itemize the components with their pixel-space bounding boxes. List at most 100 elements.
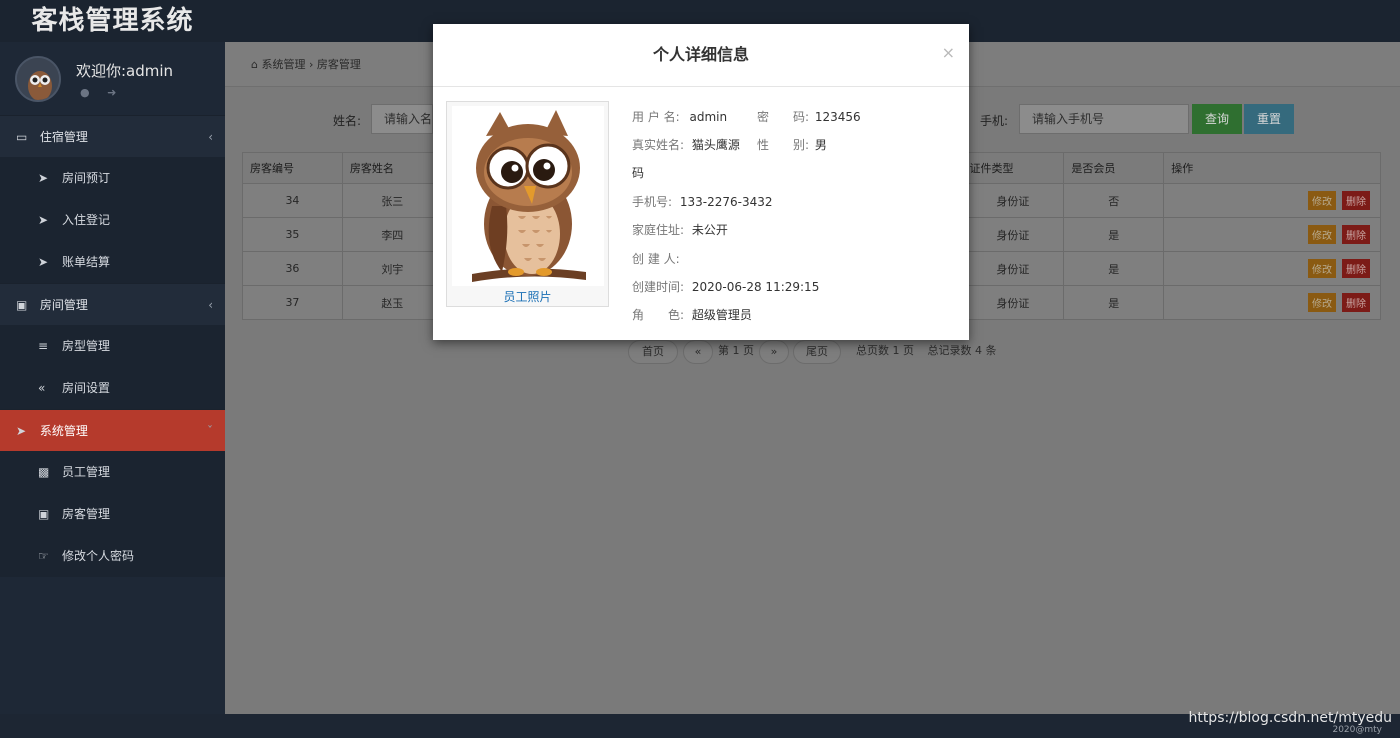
rocket-icon: ➤ [38, 255, 49, 269]
phone-input[interactable]: 请输入手机号 [1019, 104, 1189, 134]
cell-cert: 身份证 [961, 251, 1065, 286]
realname-value: 猫头鹰源 [691, 138, 740, 152]
phone-label: 手机号: [632, 195, 673, 209]
user-icon[interactable]: ● [80, 86, 90, 99]
username-value: admin [689, 110, 728, 124]
cell-cert: 身份证 [961, 183, 1065, 218]
gender-label: 性 别: [757, 138, 810, 152]
info-role-row: 角 色: 超级管理员 [632, 306, 752, 323]
rocket-icon: ➤ [38, 213, 49, 227]
sidebar-item-check-in[interactable]: ➤ 入住登记 [0, 199, 225, 241]
menu-head-label: 系统管理 [39, 424, 88, 438]
name-input[interactable]: 请输入名 [371, 104, 433, 134]
cell-cert: 身份证 [961, 217, 1065, 252]
menu-head-rooms[interactable]: ▣ 房间管理 ‹ [0, 283, 225, 325]
info-wrap-fragment: 码 [632, 164, 644, 181]
edit-button[interactable]: 修改 [1308, 293, 1336, 312]
role-value: 超级管理员 [691, 308, 752, 322]
total-records: 总记录数 4 条 [927, 344, 997, 357]
watermark-small: 2020@mty [1332, 725, 1382, 735]
cell-member: 是 [1063, 285, 1165, 320]
sidebar-item-change-password[interactable]: ☞ 修改个人密码 [0, 535, 225, 577]
cell-ops: 修改 删除 [1163, 251, 1381, 286]
cell-id: 36 [242, 251, 343, 286]
phone-label: 手机: [980, 114, 1009, 128]
menu-group-system: ➤ 系统管理 ˇ ▩ 员工管理 ▣ 房客管理 ☞ 修改个人密码 [0, 409, 225, 577]
chevron-down-icon: ˇ [207, 424, 213, 438]
edit-button[interactable]: 修改 [1308, 191, 1336, 210]
edit-button[interactable]: 修改 [1308, 259, 1336, 278]
briefcase-icon: ▩ [38, 465, 50, 479]
sidebar-item-guests[interactable]: ▣ 房客管理 [0, 493, 225, 535]
sidebar: 客栈管理系统 欢迎你:admin ● ➜ ▭ 住宿管理 ‹ ➤ 房间预订 ➤ 入住登… [0, 0, 225, 714]
sidebar-item-room-types[interactable]: ≡ 房型管理 [0, 325, 225, 367]
cell-ops: 修改 删除 [1163, 183, 1381, 218]
logout-icon[interactable]: ➜ [107, 86, 116, 99]
first-page-button[interactable]: 首页 [628, 340, 678, 364]
menu-group-lodging: ▭ 住宿管理 ‹ ➤ 房间预订 ➤ 入住登记 ➤ 账单结算 [0, 115, 225, 283]
sidebar-item-room-booking[interactable]: ➤ 房间预订 [0, 157, 225, 199]
password-label: 密 码: [757, 110, 810, 124]
rocket-icon: ➤ [38, 171, 49, 185]
delete-button[interactable]: 删除 [1342, 293, 1370, 312]
menu-group-rooms: ▣ 房间管理 ‹ ≡ 房型管理 « 房间设置 [0, 283, 225, 409]
paper-plane-icon: ➤ [16, 424, 27, 438]
info-password-row: 密 码: 123456 [757, 108, 861, 125]
modal-header: 个人详细信息 × [433, 24, 969, 87]
sidebar-item-label: 员工管理 [62, 465, 111, 479]
cell-cert: 身份证 [961, 285, 1065, 320]
sidebar-item-room-settings[interactable]: « 房间设置 [0, 367, 225, 409]
reset-button[interactable]: 重置 [1244, 104, 1294, 134]
creator-label: 创 建 人: [632, 252, 680, 266]
cell-ops: 修改 删除 [1163, 285, 1381, 320]
phone-value: 133-2276-3432 [679, 195, 773, 209]
last-page-button[interactable]: 尾页 [793, 340, 841, 364]
info-creator-row: 创 建 人: [632, 250, 684, 267]
next-page-button[interactable]: » [759, 340, 789, 364]
avatar[interactable] [15, 56, 61, 102]
modal-title: 个人详细信息 [652, 45, 749, 64]
col-header: 证件类型 [961, 152, 1065, 184]
double-angle-left-icon: « [38, 381, 46, 395]
menu-head-lodging[interactable]: ▭ 住宿管理 ‹ [0, 115, 225, 157]
cell-member: 是 [1063, 251, 1165, 286]
sidebar-item-label: 账单结算 [62, 255, 111, 269]
image-icon: ▣ [38, 507, 50, 521]
col-header: 操作 [1163, 152, 1381, 184]
address-value: 未公开 [691, 223, 728, 237]
cell-name: 赵玉 [341, 285, 443, 320]
prev-page-button[interactable]: « [683, 340, 713, 364]
current-page: 第 1 页 [718, 344, 754, 357]
close-icon[interactable]: × [942, 22, 955, 84]
total-pages: 总页数 1 页 [856, 344, 914, 357]
detail-modal: 个人详细信息 × 员工照片 用 户 名: admin 密 码: 123456 真… [433, 24, 969, 340]
delete-button[interactable]: 删除 [1342, 259, 1370, 278]
cell-ops: 修改 删除 [1163, 217, 1381, 252]
info-phone-row: 手机号: 133-2276-3432 [632, 193, 773, 210]
menu-head-label: 房间管理 [39, 298, 88, 312]
sidebar-item-label: 入住登记 [62, 213, 111, 227]
sidebar-item-staff[interactable]: ▩ 员工管理 [0, 451, 225, 493]
delete-button[interactable]: 删除 [1342, 191, 1370, 210]
watermark-site: https://blog.csdn.net/mtyedu [1188, 710, 1392, 726]
cell-member: 否 [1063, 183, 1165, 218]
address-label: 家庭住址: [632, 223, 685, 237]
col-header: 是否会员 [1063, 152, 1165, 184]
sidebar-item-billing[interactable]: ➤ 账单结算 [0, 241, 225, 283]
info-address-row: 家庭住址: 未公开 [632, 221, 728, 238]
cell-name: 刘宇 [341, 251, 443, 286]
list-icon: ≡ [38, 339, 49, 353]
edit-button[interactable]: 修改 [1308, 225, 1336, 244]
role-label: 角 色: [632, 308, 685, 322]
username-label: 用 户 名: [632, 110, 680, 124]
sidebar-item-label: 房型管理 [62, 339, 111, 353]
owl-photo-icon [452, 106, 604, 286]
chevron-left-icon: ‹ [208, 130, 213, 144]
query-button[interactable]: 查询 [1192, 104, 1242, 134]
cell-id: 35 [242, 217, 343, 252]
sidebar-item-label: 房间预订 [62, 171, 111, 185]
delete-button[interactable]: 删除 [1342, 225, 1370, 244]
menu-head-system[interactable]: ➤ 系统管理 ˇ [0, 409, 225, 451]
cell-member: 是 [1063, 217, 1165, 252]
info-realname-row: 真实姓名: 猫头鹰源 [632, 136, 740, 153]
